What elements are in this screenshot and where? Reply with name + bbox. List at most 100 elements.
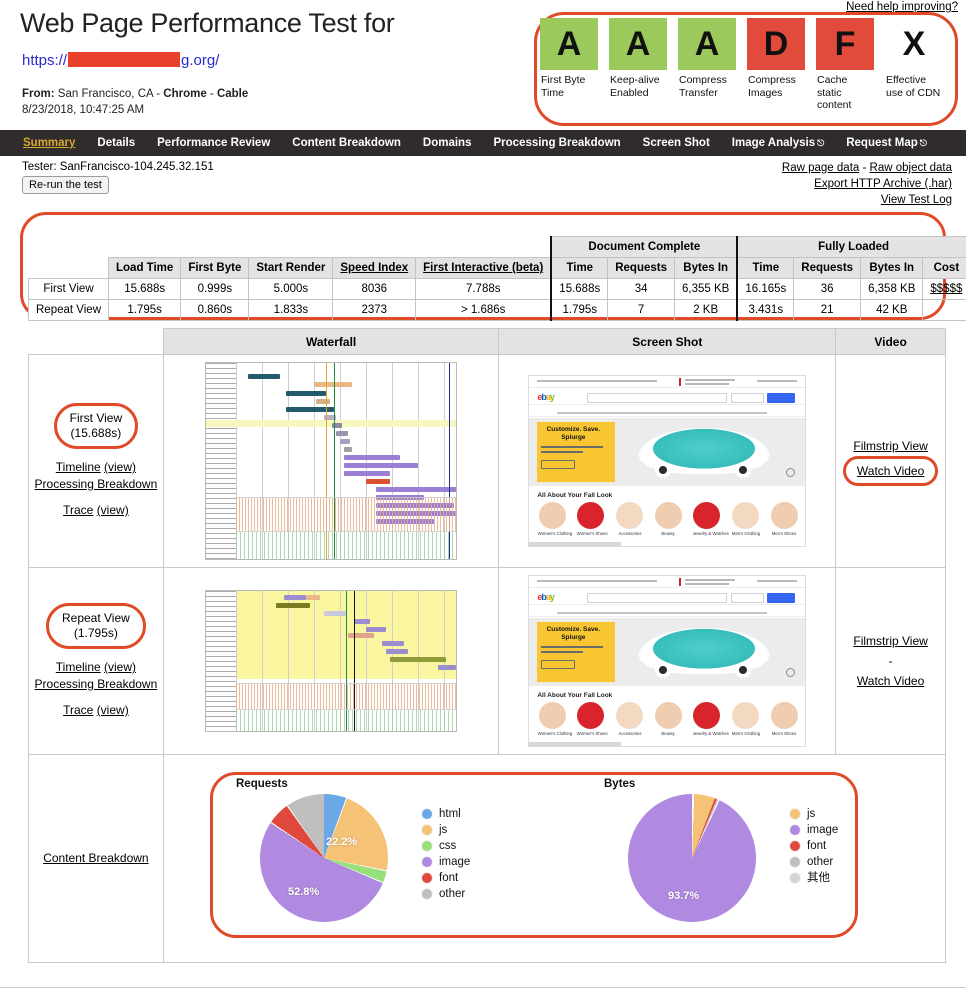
- view-test-log-link[interactable]: View Test Log: [881, 194, 952, 206]
- tab-domains[interactable]: Domains: [412, 137, 483, 149]
- waterfall-thumbnail-repeat-view[interactable]: [205, 590, 458, 732]
- watch-video-link[interactable]: Watch Video: [857, 464, 924, 478]
- trace-view-link[interactable]: (view): [97, 703, 129, 717]
- waterfall-thumbnail-first-view[interactable]: [205, 362, 458, 560]
- trace-link[interactable]: Trace: [63, 703, 93, 717]
- requests-pct-js: 22.2%: [326, 836, 358, 848]
- cell-cost: [922, 299, 966, 321]
- tab-request-map[interactable]: Request Map ⎋: [835, 137, 938, 149]
- watch-video-row: Watch Video: [837, 671, 944, 691]
- filmstrip-view-link[interactable]: Filmstrip View: [853, 634, 927, 648]
- requests-pct-image: 52.8%: [288, 886, 320, 898]
- col-first-interactive[interactable]: First Interactive (beta): [415, 257, 552, 279]
- from-label: From:: [22, 88, 55, 100]
- processing-breakdown-link[interactable]: Processing Breakdown: [35, 477, 158, 491]
- waterfall-bar: [366, 627, 387, 632]
- cost-link[interactable]: $$$$$: [930, 283, 962, 295]
- grade-item[interactable]: A First Byte Time: [540, 18, 598, 112]
- shot-category-select: [731, 593, 765, 603]
- tab-summary[interactable]: Summary: [12, 137, 86, 149]
- requests-chart-title: Requests: [236, 778, 288, 790]
- screenshot-thumbnail-first-view[interactable]: ebay Customize. Save. Splurge All About …: [528, 375, 807, 547]
- first-view-screenshot-cell[interactable]: ebay Customize. Save. Splurge All About …: [498, 354, 837, 568]
- tester-label: Tester: SanFrancisco-104.245.32.151: [22, 161, 214, 173]
- tab-performance-review[interactable]: Performance Review: [146, 137, 281, 149]
- shot-category-circle: [538, 502, 566, 529]
- waterfall-bandwidth: [236, 709, 457, 731]
- grade-letter-box: A: [540, 18, 598, 70]
- legend-swatch-js: [422, 825, 432, 835]
- raw-page-data-link[interactable]: Raw page data: [782, 162, 859, 174]
- filmstrip-row: Filmstrip View: [837, 436, 944, 456]
- screenshot-thumbnail-repeat-view[interactable]: ebay Customize. Save. Splurge All About …: [528, 575, 807, 747]
- first-view-links: Timeline (view) Processing Breakdown Tra…: [33, 459, 159, 519]
- repeat-view-label-cell: Repeat View (1.795s) Timeline (view) Pro…: [28, 567, 164, 755]
- tab-processing-breakdown[interactable]: Processing Breakdown: [482, 137, 631, 149]
- repeat-view-waterfall-cell[interactable]: [162, 567, 500, 755]
- cell-cost[interactable]: $$$$$: [922, 278, 966, 300]
- waterfall-bar: [366, 479, 391, 484]
- tab-details[interactable]: Details: [86, 137, 146, 149]
- shot-category-circle: [693, 502, 721, 529]
- shot-ebay-logo: ebay: [537, 592, 555, 602]
- rerun-test-button[interactable]: Re-run the test: [22, 176, 109, 194]
- first-view-waterfall-cell[interactable]: [162, 354, 500, 568]
- test-location-line: From: San Francisco, CA - Chrome - Cable: [22, 88, 248, 100]
- bytes-pie-block: Bytes 93.7% js image font other 其他: [604, 778, 838, 922]
- shot-search-button: [767, 593, 796, 603]
- raw-object-data-link[interactable]: Raw object data: [870, 162, 952, 174]
- shot-category-select: [731, 393, 765, 403]
- tab-content-breakdown[interactable]: Content Breakdown: [281, 137, 412, 149]
- corner-cell: [108, 236, 181, 258]
- export-har-link[interactable]: Export HTTP Archive (.har): [814, 178, 952, 190]
- grid-header-video: Video: [835, 328, 946, 355]
- grade-item[interactable]: X Effective use of CDN: [885, 18, 943, 112]
- waterfall-bar: [354, 619, 371, 624]
- timeline-link[interactable]: Timeline: [56, 460, 101, 474]
- cell-dc-time: 1.795s: [550, 299, 609, 321]
- shot-promo-text: [685, 579, 736, 581]
- col-cost: Cost: [922, 257, 966, 279]
- shot-category-label: Jewelry & Watches: [692, 531, 729, 536]
- trace-link[interactable]: Trace: [63, 503, 93, 517]
- tested-url[interactable]: https:// g.org/: [22, 52, 219, 69]
- trace-view-link[interactable]: (view): [97, 503, 129, 517]
- timeline-view-link[interactable]: (view): [104, 460, 136, 474]
- tab-screen-shot[interactable]: Screen Shot: [632, 137, 721, 149]
- col-speed-index[interactable]: Speed Index: [332, 257, 417, 279]
- watch-video-link[interactable]: Watch Video: [857, 674, 924, 688]
- shot-scrollbar: [529, 542, 622, 546]
- cell-dc-bytes-in: 2 KB: [674, 299, 739, 321]
- tab-image-analysis[interactable]: Image Analysis ⎋: [721, 137, 835, 149]
- shot-category-circle: [732, 502, 760, 529]
- legend-swatch-font: [422, 873, 432, 883]
- shot-category-circle: [770, 502, 798, 529]
- row-label-first-view: First View: [28, 278, 109, 300]
- tab-label: Processing Breakdown: [493, 137, 621, 149]
- repeat-view-screenshot-cell[interactable]: ebay Customize. Save. Splurge All About …: [498, 567, 837, 755]
- grade-letter-box: D: [747, 18, 805, 70]
- timeline-view-link[interactable]: (view): [104, 660, 136, 674]
- filmstrip-view-link[interactable]: Filmstrip View: [853, 439, 927, 453]
- content-breakdown-link[interactable]: Content Breakdown: [43, 851, 148, 865]
- processing-breakdown-link[interactable]: Processing Breakdown: [35, 677, 158, 691]
- grade-item[interactable]: A Keep-alive Enabled: [609, 18, 667, 112]
- legend-label: html: [439, 808, 461, 820]
- legend-label: other: [439, 888, 466, 900]
- cell-dc-time: 15.688s: [550, 278, 609, 300]
- grade-item[interactable]: A Compress Transfer: [678, 18, 736, 112]
- legend-label: js: [807, 808, 816, 820]
- repeat-view-time: (1.795s): [73, 626, 118, 640]
- shot-category-item: Jewelry & Watches: [692, 502, 729, 538]
- trace-row: Trace (view): [33, 502, 159, 519]
- timeline-link[interactable]: Timeline: [56, 660, 101, 674]
- waterfall-bar: [344, 455, 401, 460]
- waterfall-bar: [344, 463, 419, 468]
- grade-item[interactable]: F Cache static content: [816, 18, 874, 112]
- shot-category-label: Beauty: [661, 531, 675, 536]
- waterfall-bar: [284, 595, 307, 600]
- legend-item: image: [422, 854, 470, 870]
- cell-load-time: 15.688s: [107, 278, 182, 300]
- grid-header-screenshot: Screen Shot: [498, 328, 837, 355]
- grade-item[interactable]: D Compress Images: [747, 18, 805, 112]
